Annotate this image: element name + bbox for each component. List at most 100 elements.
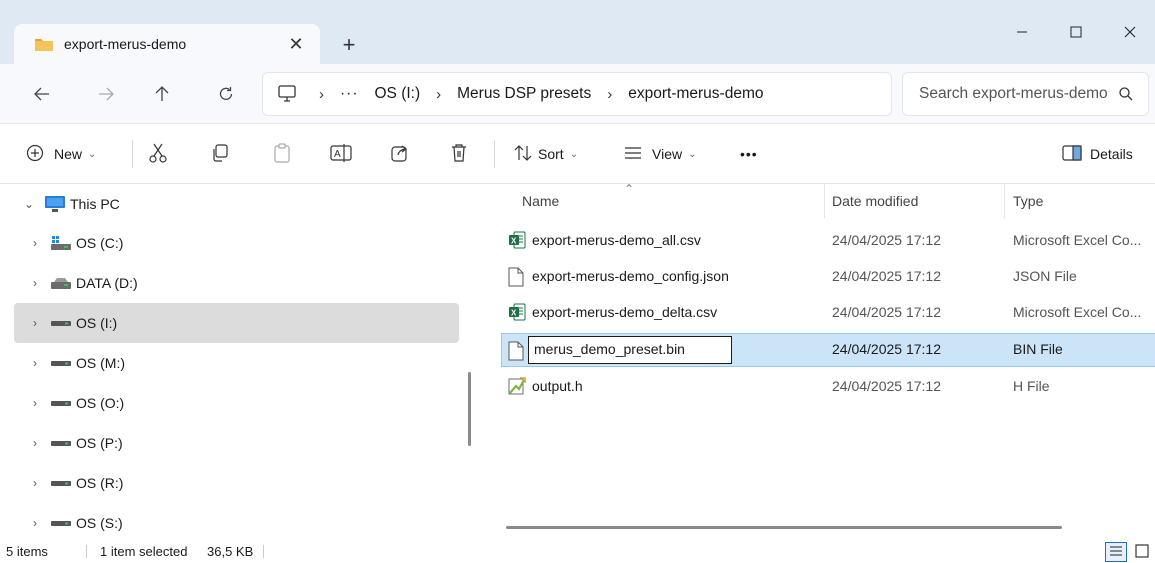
forward-arrow-icon[interactable] (90, 78, 122, 110)
breadcrumb-item-os-i[interactable]: OS (I:) (375, 85, 421, 103)
file-type: JSON File (1013, 268, 1077, 284)
breadcrumb-item-merus-dsp-presets[interactable]: Merus DSP presets (457, 85, 591, 103)
file-row-selected[interactable]: merus_demo_preset.bin 24/04/2025 17:12 B… (501, 333, 1155, 367)
trash-icon (450, 143, 468, 166)
sidebar-item-os-s[interactable]: › OS (S:) (14, 503, 459, 540)
column-header-type[interactable]: Type (1013, 184, 1153, 218)
sidebar-item-label: OS (P:) (76, 435, 123, 451)
breadcrumb-item-export-merus-demo[interactable]: export-merus-demo (628, 85, 763, 103)
search-box[interactable]: Search export-merus-demo (902, 72, 1149, 116)
chevron-right-icon[interactable]: › (20, 436, 50, 450)
chevron-right-icon[interactable]: › (20, 316, 50, 330)
maximize-button[interactable] (1054, 14, 1098, 50)
new-label: New (54, 146, 83, 162)
copy-icon (210, 143, 230, 166)
list-view-icon (1109, 545, 1123, 560)
file-type: H File (1013, 378, 1050, 394)
column-header-date-modified[interactable]: Date modified (832, 184, 1002, 218)
more-options-button[interactable]: ••• (740, 138, 758, 170)
drive-icon (50, 515, 76, 531)
sidebar-item-os-c[interactable]: › OS (C:) (14, 223, 459, 263)
file-date: 24/04/2025 17:12 (832, 304, 941, 320)
chevron-right-icon[interactable]: › (20, 356, 50, 370)
search-input[interactable]: Search export-merus-demo (919, 85, 1109, 103)
file-row[interactable]: X export-merus-demo_all.csv 24/04/2025 1… (502, 224, 1155, 258)
sidebar-item-os-m[interactable]: › OS (M:) (14, 343, 459, 383)
view-label: View (652, 146, 683, 162)
computer-icon (44, 195, 70, 213)
scissors-icon (148, 142, 168, 167)
sort-arrows-icon (514, 144, 532, 164)
computer-icon (277, 84, 297, 109)
back-arrow-icon[interactable] (26, 78, 58, 110)
up-arrow-icon[interactable] (146, 78, 178, 110)
view-lines-icon (624, 146, 642, 163)
sidebar-item-os-i[interactable]: › OS (I:) (14, 303, 459, 343)
chevron-right-icon[interactable]: › (607, 86, 612, 103)
sort-button[interactable]: Sort ⌄ (514, 138, 578, 170)
search-icon[interactable] (1118, 86, 1134, 107)
minimize-button[interactable] (1000, 14, 1044, 50)
share-button[interactable] (390, 138, 410, 170)
column-label: Type (1013, 193, 1044, 209)
drive-icon (50, 315, 76, 331)
tab-export-merus-demo[interactable]: export-merus-demo ✕ (14, 24, 320, 64)
file-explorer-window: export-merus-demo ✕ + › ··· OS (I:) › Me… (0, 0, 1155, 563)
file-date: 24/04/2025 17:12 (832, 378, 941, 394)
command-bar: New ⌄ A Sort ⌄ View ⌄ ••• Details (0, 124, 1155, 184)
file-type: Microsoft Excel Co... (1013, 232, 1142, 248)
sidebar-item-this-pc[interactable]: ⌄ This PC (14, 184, 459, 224)
chevron-right-icon[interactable]: › (20, 276, 50, 290)
refresh-icon[interactable] (210, 78, 242, 110)
close-tab-icon[interactable]: ✕ (282, 30, 310, 58)
sidebar-item-label: DATA (D:) (76, 275, 138, 291)
file-list: ⌃ Name Date modified Type X export-merus… (480, 184, 1155, 540)
details-view-button[interactable] (1105, 542, 1127, 562)
file-date: 24/04/2025 17:12 (832, 341, 941, 357)
delete-button[interactable] (450, 138, 468, 170)
chevron-right-icon[interactable]: › (20, 476, 50, 490)
column-label: Date modified (832, 193, 919, 209)
sort-label: Sort (538, 146, 564, 162)
breadcrumb-overflow[interactable]: ··· (340, 85, 359, 103)
drive-icon (50, 395, 76, 411)
sidebar-item-data-d[interactable]: › DATA (D:) (14, 263, 459, 303)
view-button[interactable]: View ⌄ (624, 138, 696, 170)
sidebar-item-os-o[interactable]: › OS (O:) (14, 383, 459, 423)
plus-circle-icon (26, 144, 44, 165)
new-button[interactable]: New ⌄ (26, 138, 96, 170)
navigation-bar: › ··· OS (I:) › Merus DSP presets › expo… (0, 64, 1155, 124)
horizontal-scrollbar[interactable] (506, 526, 1062, 529)
details-pane-button[interactable]: Details (1062, 138, 1133, 170)
chevron-right-icon[interactable]: › (436, 86, 441, 103)
new-tab-button[interactable]: + (334, 30, 364, 60)
rename-input[interactable]: merus_demo_preset.bin (528, 336, 732, 364)
address-bar[interactable]: › ··· OS (I:) › Merus DSP presets › expo… (262, 72, 892, 116)
sidebar-item-label: OS (S:) (76, 515, 123, 531)
chevron-down-icon[interactable]: ⌄ (14, 197, 44, 211)
blank-file-icon (508, 267, 524, 290)
chevron-right-icon[interactable]: › (20, 236, 50, 250)
copy-button[interactable] (210, 138, 230, 170)
chevron-right-icon[interactable]: › (319, 86, 324, 103)
file-row[interactable]: export-merus-demo_config.json 24/04/2025… (502, 260, 1155, 294)
file-name: export-merus-demo_config.json (532, 268, 729, 284)
sidebar-item-os-r[interactable]: › OS (R:) (14, 463, 459, 503)
chevron-down-icon: ⌄ (688, 148, 697, 160)
tiles-view-button[interactable] (1132, 542, 1152, 562)
clipboard-icon (272, 142, 292, 167)
excel-file-icon: X (508, 231, 526, 252)
file-row[interactable]: X export-merus-demo_delta.csv 24/04/2025… (502, 296, 1155, 330)
paste-button[interactable] (272, 138, 292, 170)
column-header-name[interactable]: Name (522, 184, 822, 218)
sidebar-scrollbar[interactable] (468, 372, 471, 446)
close-window-button[interactable] (1108, 14, 1152, 50)
file-row[interactable]: output.h 24/04/2025 17:12 H File (502, 370, 1155, 404)
chevron-right-icon[interactable]: › (20, 516, 50, 530)
windows-drive-icon (50, 235, 76, 251)
svg-text:A: A (334, 149, 341, 160)
rename-button[interactable]: A (330, 138, 352, 170)
chevron-right-icon[interactable]: › (20, 396, 50, 410)
cut-button[interactable] (148, 138, 168, 170)
sidebar-item-os-p[interactable]: › OS (P:) (14, 423, 459, 463)
